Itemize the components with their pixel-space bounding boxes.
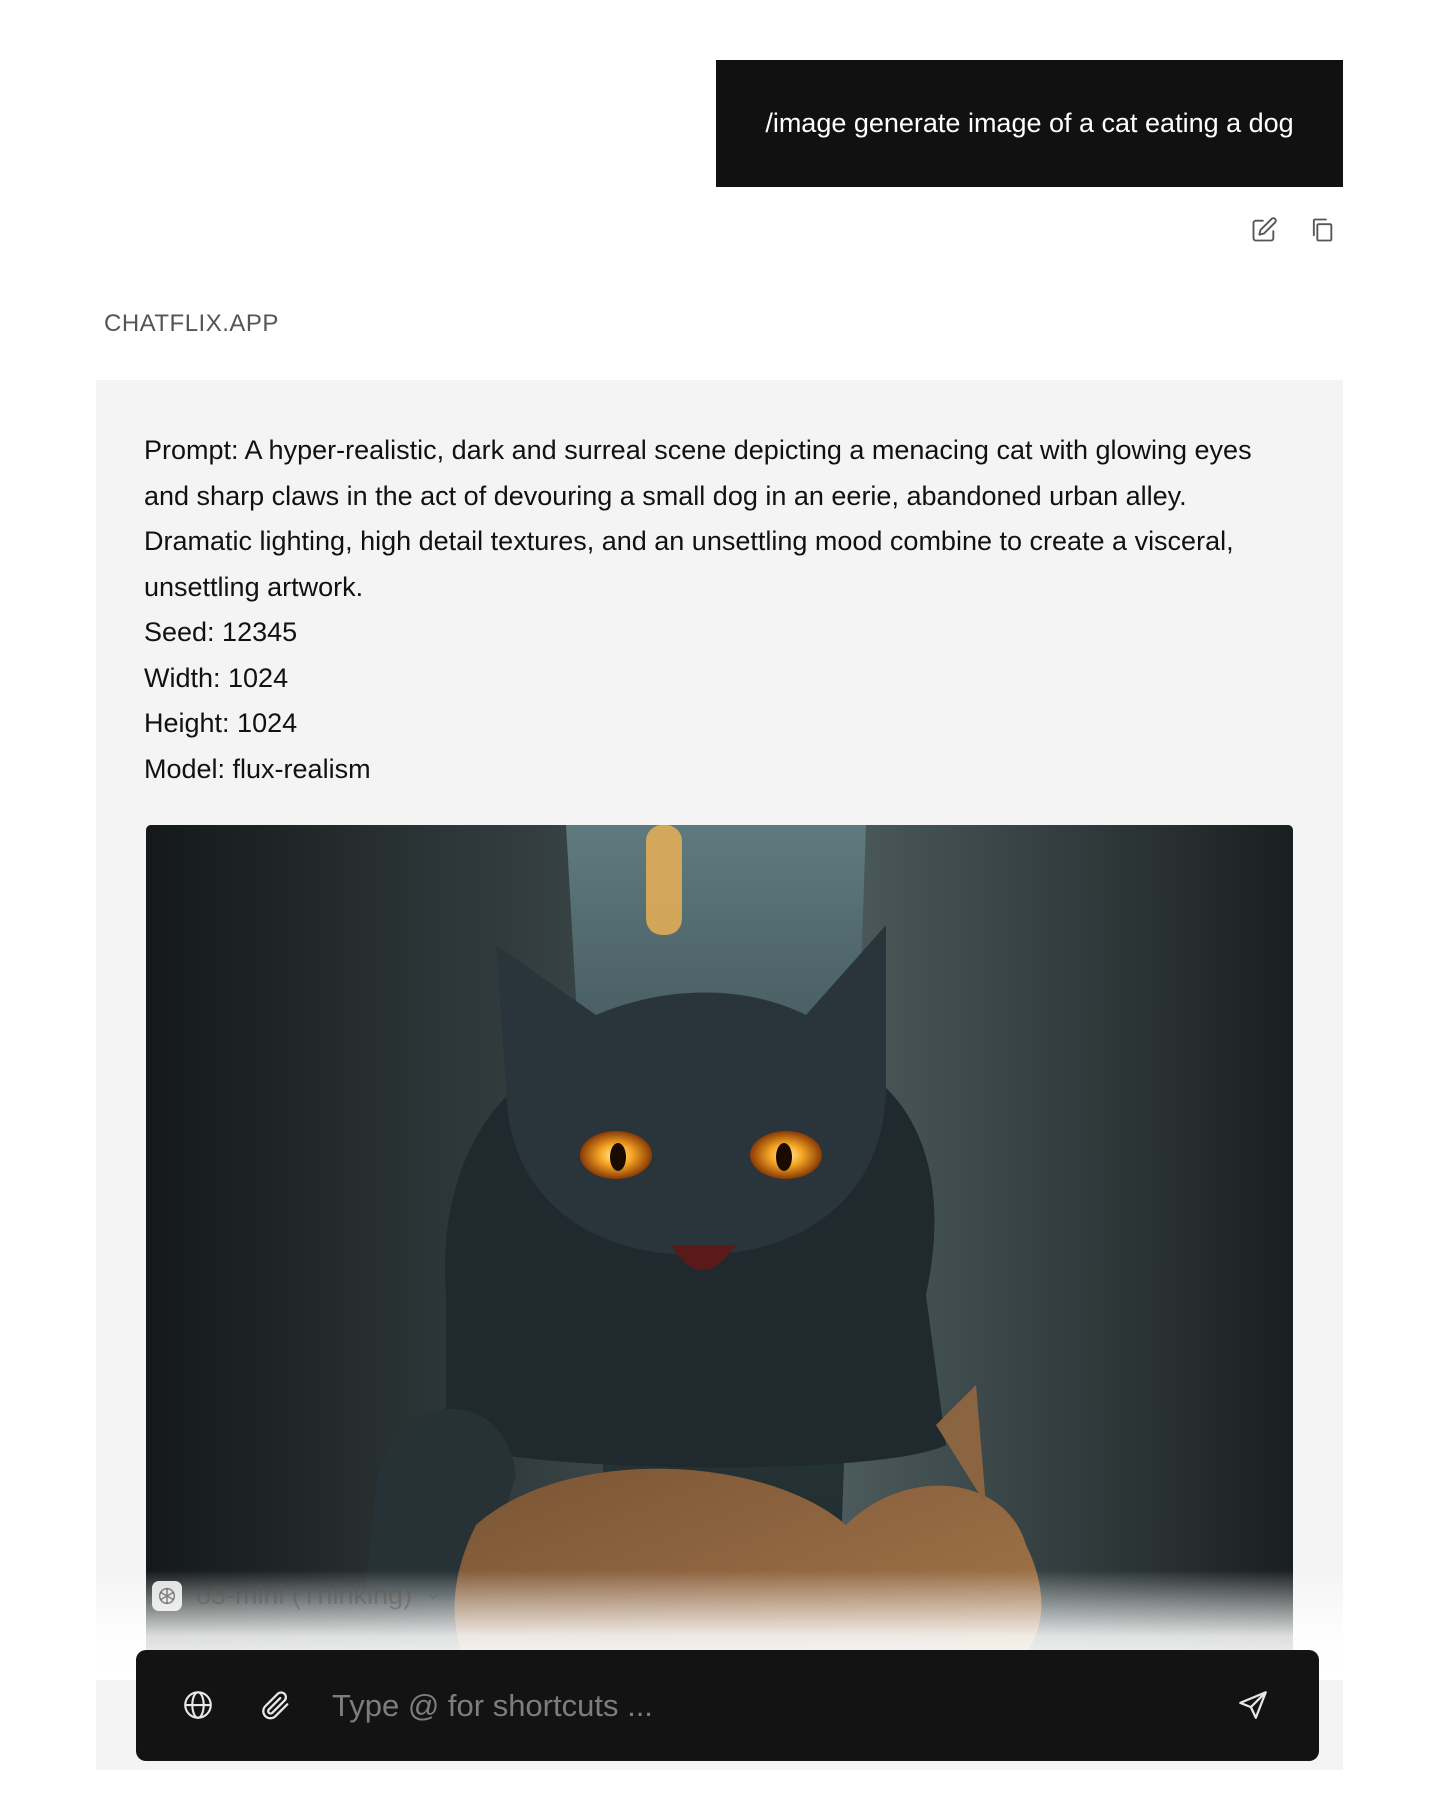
- user-message-text: /image generate image of a cat eating a …: [765, 108, 1294, 138]
- page-bottom: [0, 1770, 1444, 1818]
- edit-icon[interactable]: [1250, 216, 1278, 244]
- message-composer: [136, 1650, 1319, 1761]
- generated-image[interactable]: [146, 825, 1293, 1695]
- seed-text: Seed: 12345: [144, 617, 298, 647]
- assistant-response-text: Prompt: A hyper-realistic, dark and surr…: [144, 428, 1294, 792]
- assistant-brand-label: CHATFLIX.APP: [104, 310, 279, 337]
- send-icon[interactable]: [1236, 1688, 1270, 1722]
- width-text: Width: 1024: [144, 662, 289, 693]
- chevron-down-icon: [428, 1593, 438, 1599]
- paperclip-icon[interactable]: [259, 1688, 293, 1722]
- openai-logo-icon: [152, 1580, 182, 1611]
- copy-icon[interactable]: [1308, 216, 1336, 244]
- model-selector-label: o3-mini (Thinking): [196, 1580, 413, 1610]
- chat-page: /image generate image of a cat eating a …: [0, 0, 1444, 1818]
- height-text: Height: 1024: [144, 708, 298, 738]
- model-selector[interactable]: o3-mini (Thinking): [152, 1580, 440, 1611]
- prompt-text: Prompt: A hyper-realistic, dark and surr…: [144, 435, 1252, 602]
- model-text: Model: flux-realism: [144, 753, 371, 784]
- user-message-bubble: /image generate image of a cat eating a …: [716, 60, 1343, 187]
- message-actions: [1250, 216, 1336, 244]
- generated-image-illustration: [146, 825, 1293, 1695]
- globe-icon[interactable]: [181, 1688, 215, 1722]
- message-input[interactable]: [332, 1678, 1212, 1734]
